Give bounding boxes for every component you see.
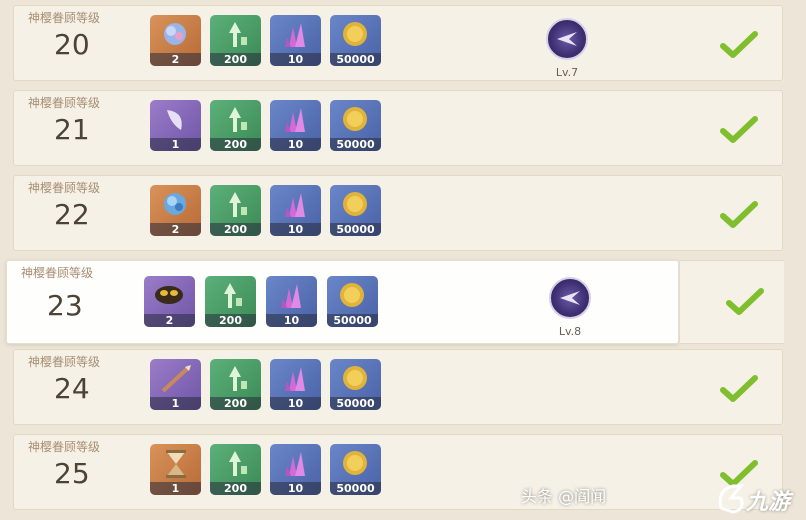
mora-coin-icon[interactable]: 50000 bbox=[330, 15, 381, 66]
check-icon bbox=[720, 116, 758, 143]
crystal-ore-icon[interactable]: 10 bbox=[270, 359, 321, 410]
level-number: 24 bbox=[54, 372, 90, 405]
watermark-text: 头条 @阎闻 bbox=[521, 487, 607, 506]
item-count: 1 bbox=[150, 397, 201, 410]
skill-icon[interactable] bbox=[546, 18, 588, 60]
item-count: 50000 bbox=[330, 397, 381, 410]
reward-list: 神樱眷顾等级 20 2 200 10 50000 Lv.7 神樱眷顾等级 21 … bbox=[0, 0, 806, 520]
green-exp-book-icon[interactable]: 200 bbox=[210, 444, 261, 495]
green-exp-book-icon[interactable]: 200 bbox=[210, 100, 261, 151]
mora-coin-icon[interactable]: 50000 bbox=[330, 359, 381, 410]
item-count: 10 bbox=[270, 482, 321, 495]
blue-flower-icon[interactable]: 2 bbox=[150, 185, 201, 236]
level-row-23: 神樱眷顾等级 23 2 200 10 50000 Lv.8 bbox=[6, 260, 784, 344]
level-row-21: 神樱眷顾等级 21 1 200 10 50000 bbox=[13, 90, 783, 166]
item-count: 50000 bbox=[327, 314, 378, 327]
mora-coin-icon[interactable]: 50000 bbox=[330, 185, 381, 236]
item-count: 10 bbox=[270, 53, 321, 66]
level-label: 神樱眷顾等级 bbox=[28, 440, 101, 454]
item-count: 10 bbox=[270, 397, 321, 410]
level-row-24: 神樱眷顾等级 24 1 200 10 50000 bbox=[13, 349, 783, 425]
green-exp-book-icon[interactable]: 200 bbox=[205, 276, 256, 327]
item-count: 50000 bbox=[330, 138, 381, 151]
level-label: 神樱眷顾等级 bbox=[28, 96, 101, 110]
mask-icon[interactable]: 2 bbox=[144, 276, 195, 327]
purple-moon-icon[interactable]: 1 bbox=[150, 100, 201, 151]
item-count: 200 bbox=[210, 53, 261, 66]
item-count: 2 bbox=[144, 314, 195, 327]
crystal-ore-icon[interactable]: 10 bbox=[270, 185, 321, 236]
green-exp-book-icon[interactable]: 200 bbox=[210, 15, 261, 66]
item-count: 200 bbox=[210, 482, 261, 495]
item-count: 1 bbox=[150, 138, 201, 151]
check-icon bbox=[720, 31, 758, 58]
level-row-20: 神樱眷顾等级 20 2 200 10 50000 Lv.7 bbox=[13, 5, 783, 81]
level-row-25: 神樱眷顾等级 25 1 200 10 50000 bbox=[13, 434, 783, 510]
crystal-ore-icon[interactable]: 10 bbox=[270, 444, 321, 495]
level-label: 神樱眷顾等级 bbox=[28, 11, 101, 25]
item-count: 200 bbox=[210, 223, 261, 236]
level-label: 神樱眷顾等级 bbox=[28, 181, 101, 195]
item-count: 10 bbox=[270, 138, 321, 151]
orange-flower-icon[interactable]: 2 bbox=[150, 15, 201, 66]
mora-coin-icon[interactable]: 50000 bbox=[330, 100, 381, 151]
mora-coin-icon[interactable]: 50000 bbox=[330, 444, 381, 495]
item-count: 2 bbox=[150, 223, 201, 236]
green-exp-book-icon[interactable]: 200 bbox=[210, 185, 261, 236]
level-number: 22 bbox=[54, 198, 90, 231]
item-count: 2 bbox=[150, 53, 201, 66]
item-count: 50000 bbox=[330, 482, 381, 495]
logo-text: 九游 bbox=[746, 490, 791, 515]
crystal-ore-icon[interactable]: 10 bbox=[266, 276, 317, 327]
skill-level-label: Lv.8 bbox=[558, 325, 582, 338]
skill-icon[interactable] bbox=[549, 277, 591, 319]
level-row-22: 神樱眷顾等级 22 2 200 10 50000 bbox=[13, 175, 783, 251]
item-count: 50000 bbox=[330, 53, 381, 66]
item-count: 50000 bbox=[330, 223, 381, 236]
item-count: 200 bbox=[210, 138, 261, 151]
item-count: 200 bbox=[210, 397, 261, 410]
item-count: 10 bbox=[270, 223, 321, 236]
hourglass-icon[interactable]: 1 bbox=[150, 444, 201, 495]
level-label: 神樱眷顾等级 bbox=[28, 355, 101, 369]
item-count: 10 bbox=[266, 314, 317, 327]
skill-level-label: Lv.7 bbox=[555, 66, 579, 79]
mora-coin-icon[interactable]: 50000 bbox=[327, 276, 378, 327]
check-icon bbox=[720, 201, 758, 228]
item-count: 200 bbox=[205, 314, 256, 327]
polearm-icon[interactable]: 1 bbox=[150, 359, 201, 410]
green-exp-book-icon[interactable]: 200 bbox=[210, 359, 261, 410]
crystal-ore-icon[interactable]: 10 bbox=[270, 100, 321, 151]
check-icon bbox=[726, 288, 764, 315]
level-number: 25 bbox=[54, 457, 90, 490]
check-icon bbox=[720, 375, 758, 402]
level-number: 23 bbox=[47, 289, 83, 322]
level-number: 20 bbox=[54, 28, 90, 61]
level-number: 21 bbox=[54, 113, 90, 146]
crystal-ore-icon[interactable]: 10 bbox=[270, 15, 321, 66]
item-count: 1 bbox=[150, 482, 201, 495]
level-label: 神樱眷顾等级 bbox=[21, 266, 94, 280]
